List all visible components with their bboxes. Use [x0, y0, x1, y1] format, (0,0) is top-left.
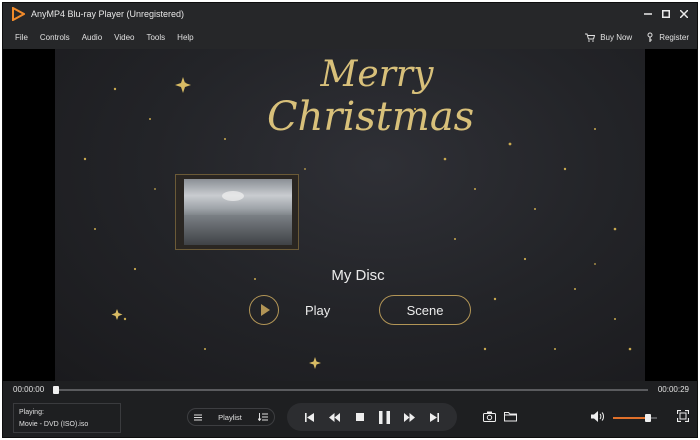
minimize-button[interactable] [639, 3, 657, 25]
pause-button[interactable] [376, 408, 394, 426]
disc-play-button[interactable] [249, 295, 279, 325]
previous-button[interactable] [301, 408, 319, 426]
close-icon [680, 10, 688, 18]
menu-controls[interactable]: Controls [34, 33, 76, 42]
title-bar: AnyMP4 Blu-ray Player (Unregistered) [3, 3, 697, 25]
dvd-menu-scene: Merry Christmas My Disc Play Scene [55, 49, 645, 381]
window-controls [639, 3, 693, 25]
current-time: 00:00:00 [13, 385, 45, 394]
register-label: Register [659, 32, 689, 42]
menu-audio[interactable]: Audio [76, 33, 108, 42]
greeting-line-2: Christmas [267, 94, 475, 140]
thumbnail-image [184, 179, 292, 245]
window-title: AnyMP4 Blu-ray Player (Unregistered) [31, 9, 185, 19]
stop-icon [355, 413, 364, 421]
list-icon [194, 414, 202, 420]
menu-actions: Buy Now Register [585, 25, 689, 49]
skip-previous-icon [305, 412, 314, 422]
fullscreen-button[interactable] [676, 409, 690, 427]
open-folder-button[interactable] [504, 409, 517, 427]
menu-bar: File Controls Audio Video Tools Help Buy… [3, 25, 697, 49]
stop-button[interactable] [351, 408, 369, 426]
maximize-icon [662, 10, 670, 18]
control-bar: Playing: Movie - DVD (ISO).iso Playlist [3, 399, 697, 437]
now-playing-file: Movie - DVD (ISO).iso [19, 421, 89, 428]
skip-next-icon [430, 412, 439, 422]
camera-icon [483, 411, 496, 422]
progress-bar: 00:00:00 00:00:29 [3, 381, 697, 399]
minimize-icon [644, 13, 652, 15]
buy-now-label: Buy Now [600, 32, 633, 42]
volume-handle[interactable] [645, 414, 652, 422]
cart-icon [585, 33, 596, 42]
thumbnail-sun [222, 191, 244, 201]
now-playing-panel: Playing: Movie - DVD (ISO).iso [13, 403, 121, 433]
register-button[interactable]: Register [646, 32, 689, 42]
menu-file[interactable]: File [9, 33, 34, 42]
next-button[interactable] [426, 408, 444, 426]
pause-icon [379, 410, 390, 424]
buy-now-button[interactable]: Buy Now [585, 33, 632, 42]
fullscreen-icon [676, 409, 690, 423]
transport-controls [287, 403, 457, 431]
merry-christmas-title: Merry Christmas [267, 54, 475, 140]
disc-scene-button[interactable]: Scene [379, 295, 471, 325]
menu-video[interactable]: Video [108, 33, 140, 42]
rewind-button[interactable] [326, 408, 344, 426]
menu-tools[interactable]: Tools [140, 33, 171, 42]
volume-fill [613, 417, 649, 419]
mute-button[interactable] [591, 409, 605, 427]
folder-icon [504, 412, 517, 422]
thumbnail-sea [184, 215, 292, 245]
playlist-order-icon [257, 413, 268, 421]
player-window: AnyMP4 Blu-ray Player (Unregistered) Fil… [2, 2, 698, 438]
rewind-icon [329, 412, 340, 422]
disc-play-label[interactable]: Play [305, 303, 330, 318]
seek-slider[interactable] [53, 386, 648, 394]
volume-control [591, 409, 657, 427]
maximize-button[interactable] [657, 3, 675, 25]
snapshot-button[interactable] [483, 409, 496, 427]
fast-forward-icon [404, 412, 415, 422]
playlist-label: Playlist [218, 412, 242, 422]
extra-tools [483, 409, 517, 427]
disc-title: My Disc [331, 267, 385, 284]
video-area[interactable]: Merry Christmas My Disc Play Scene [3, 49, 697, 381]
speaker-icon [591, 411, 604, 422]
play-icon [261, 304, 270, 316]
fast-forward-button[interactable] [401, 408, 419, 426]
key-icon [647, 32, 653, 42]
menu-help[interactable]: Help [171, 33, 199, 42]
now-playing-label: Playing: [19, 409, 44, 416]
seek-handle[interactable] [53, 386, 59, 394]
playlist-button[interactable]: Playlist [187, 408, 275, 426]
close-button[interactable] [675, 3, 693, 25]
volume-slider[interactable] [613, 414, 657, 422]
total-time: 00:00:29 [657, 385, 689, 394]
greeting-line-1: Merry [320, 54, 434, 95]
app-logo-icon [12, 7, 25, 21]
scene-thumbnail [175, 174, 299, 250]
